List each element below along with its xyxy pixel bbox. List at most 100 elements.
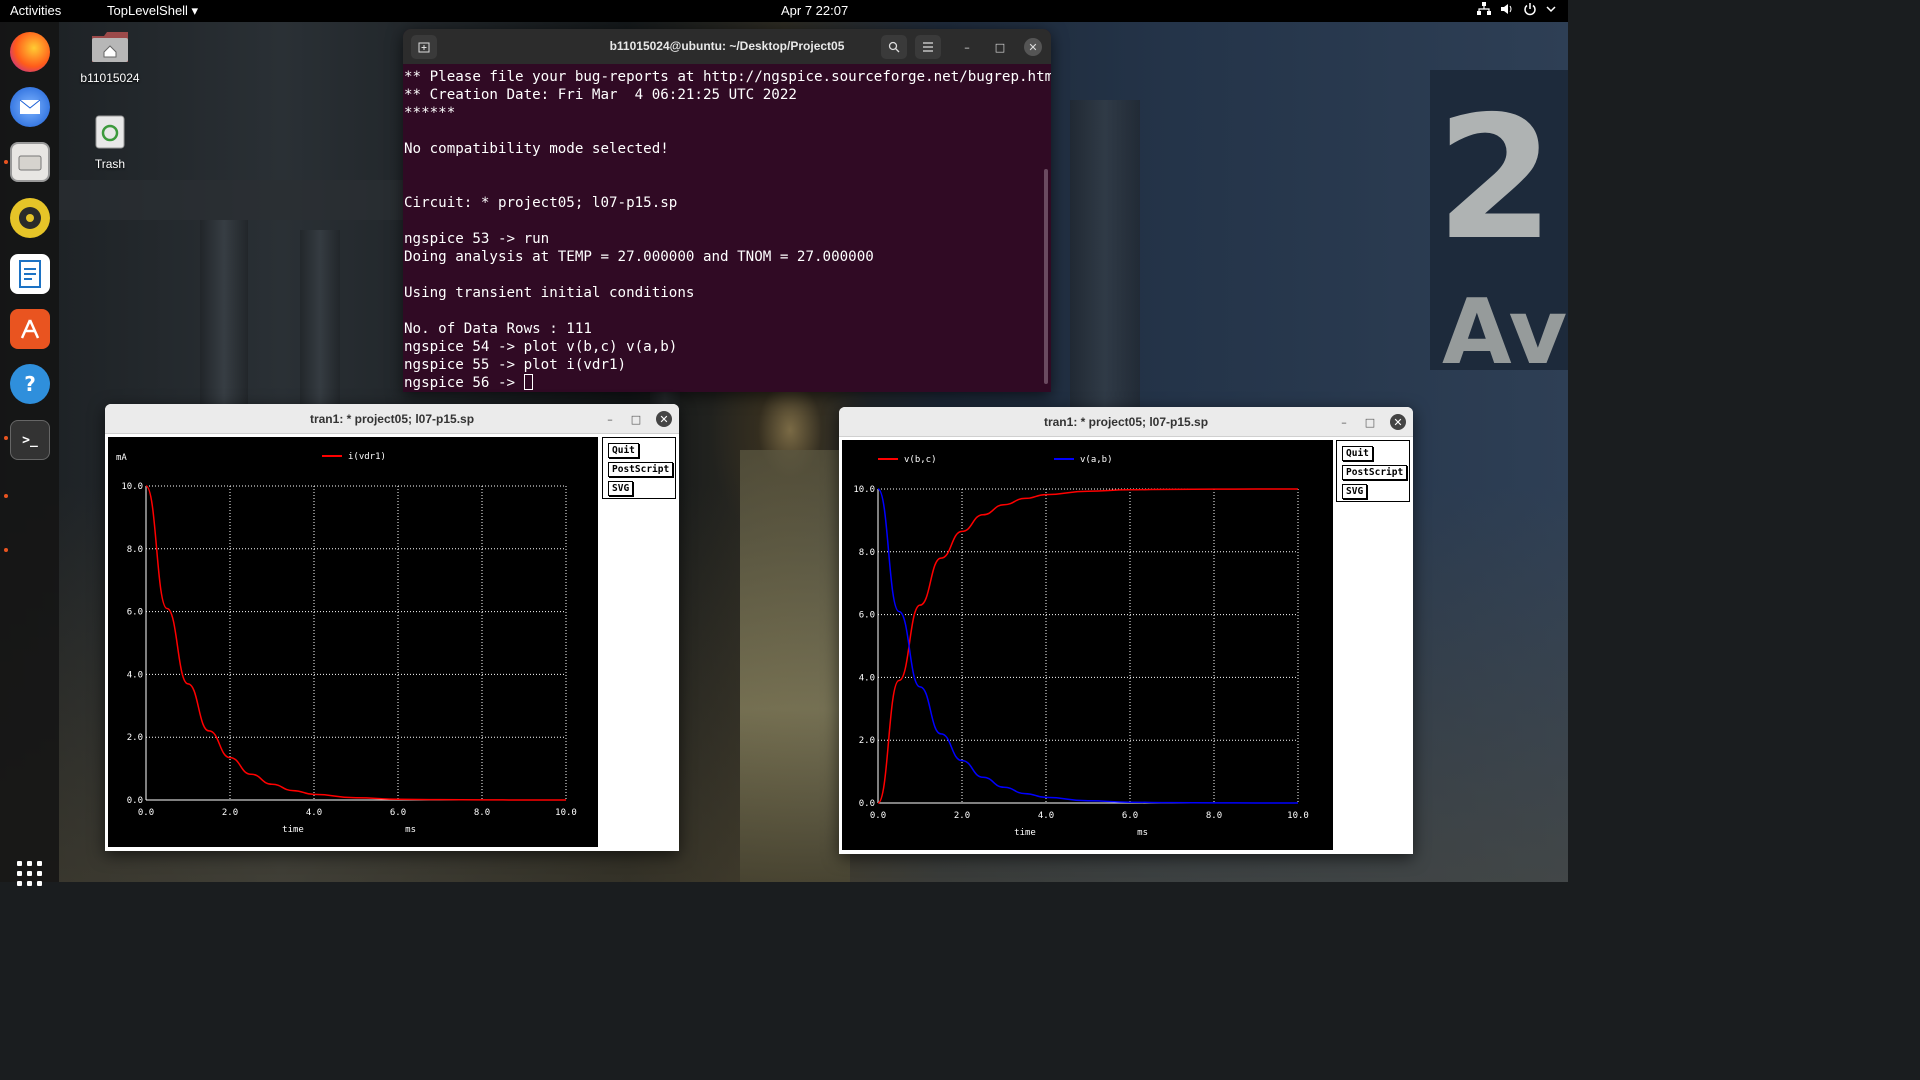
y-tick-label: 2.0: [127, 733, 143, 743]
series-line-i(vdr1): [145, 485, 567, 801]
postscript-button[interactable]: PostScript: [608, 462, 674, 477]
home-folder-shortcut[interactable]: b11015024: [75, 30, 145, 85]
terminal-prompt: ngspice 56 ->: [404, 375, 524, 391]
terminal-line: ******: [404, 105, 456, 121]
trash-icon: [75, 114, 145, 153]
y-tick-label: 10.0: [853, 485, 875, 495]
network-icon[interactable]: [1477, 2, 1491, 19]
postscript-button[interactable]: PostScript: [1342, 465, 1408, 480]
terminal-line: ngspice 54 -> plot v(b,c) v(a,b): [404, 339, 678, 355]
plot-window-title: tran1: * project05; l07-p15.sp: [309, 412, 475, 426]
terminal-line: ngspice 53 -> run: [404, 231, 550, 247]
terminal-titlebar[interactable]: b11015024@ubuntu: ~/Desktop/Project05 – …: [403, 29, 1051, 64]
terminal-line: No. of Data Rows : 111: [404, 321, 592, 337]
x-axis-label: time: [1014, 828, 1036, 838]
x-tick-label: 10.0: [555, 808, 577, 818]
rhythmbox-icon[interactable]: [10, 198, 50, 238]
x-axis-label: time: [282, 825, 304, 835]
y-tick-label: 0.0: [127, 796, 143, 806]
home-folder-icon: [75, 30, 145, 67]
activities-button[interactable]: Activities: [10, 3, 61, 18]
minimize-icon[interactable]: –: [1336, 414, 1352, 430]
trash-shortcut[interactable]: Trash: [75, 114, 145, 171]
legend-label: v(a,b): [1080, 455, 1113, 465]
close-icon[interactable]: ✕: [1390, 414, 1406, 430]
x-tick-label: 8.0: [1206, 811, 1222, 821]
quit-button[interactable]: Quit: [608, 443, 639, 458]
x-axis-unit: ms: [1137, 828, 1148, 838]
minimize-icon[interactable]: –: [602, 411, 618, 427]
files-icon[interactable]: [10, 142, 50, 182]
dock: ? >_: [0, 22, 59, 886]
show-applications-icon[interactable]: [17, 861, 43, 887]
hamburger-menu-icon[interactable]: [915, 35, 941, 59]
maximize-icon[interactable]: □: [991, 38, 1009, 56]
app-center-icon[interactable]: [10, 309, 50, 349]
terminal-window[interactable]: b11015024@ubuntu: ~/Desktop/Project05 – …: [403, 29, 1051, 392]
running-indicator: [4, 548, 8, 552]
plot-canvas[interactable]: 0.0 2.0 4.0 6.0 8.0 10.0 0.0 2.0 4.0 6.0 8.0 10.0 ti…: [108, 437, 598, 847]
search-icon[interactable]: [881, 35, 907, 59]
plot-window-voltage[interactable]: tran1: * project05; l07-p15.sp – □ ✕ 0.0…: [839, 407, 1413, 854]
y-tick-label: 6.0: [127, 608, 143, 618]
maximize-icon[interactable]: □: [628, 411, 644, 427]
writer-icon[interactable]: [10, 254, 50, 294]
top-bar: Activities TopLevelShell ▾ Apr 7 22:07: [0, 0, 1568, 22]
svg-button[interactable]: SVG: [608, 481, 634, 496]
plot-canvas[interactable]: 0.0 2.0 4.0 6.0 8.0 10.0 0.0 2.0 4.0 6.0 8.0 10.0 ti…: [842, 440, 1333, 850]
y-tick-label: 4.0: [859, 673, 875, 683]
close-icon[interactable]: ✕: [1024, 38, 1042, 56]
volume-icon[interactable]: [1500, 2, 1514, 19]
terminal-line: Using transient initial conditions: [404, 285, 695, 301]
y-tick-label: 2.0: [859, 736, 875, 746]
clock[interactable]: Apr 7 22:07: [781, 3, 848, 18]
x-tick-label: 0.0: [138, 808, 154, 818]
series-line-v(a,b): [877, 488, 1299, 804]
terminal-line: No compatibility mode selected!: [404, 141, 669, 157]
terminal-line: ** Please file your bug-reports at http:…: [404, 69, 1051, 85]
y-tick-label: 0.0: [859, 799, 875, 809]
running-indicator: [4, 494, 8, 498]
y-tick-label: 8.0: [127, 545, 143, 555]
x-tick-label: 2.0: [222, 808, 238, 818]
plot-window-current[interactable]: tran1: * project05; l07-p15.sp – □ ✕ 0.0…: [105, 404, 679, 851]
maximize-icon[interactable]: □: [1362, 414, 1378, 430]
chart-voltage: 0.0 2.0 4.0 6.0 8.0 10.0 0.0 2.0 4.0 6.0 8.0 10.0 ti…: [853, 455, 1309, 838]
y-tick-label: 8.0: [859, 548, 875, 558]
app-menu[interactable]: TopLevelShell ▾: [107, 3, 198, 19]
x-tick-label: 4.0: [306, 808, 322, 818]
x-tick-label: 8.0: [474, 808, 490, 818]
power-icon[interactable]: [1523, 2, 1537, 19]
trash-label: Trash: [94, 157, 126, 171]
x-tick-label: 2.0: [954, 811, 970, 821]
chevron-down-icon[interactable]: [1546, 2, 1556, 19]
terminal-prompt-line[interactable]: ngspice 56 ->: [404, 374, 1050, 392]
plot-button-panel: Quit PostScript SVG: [602, 437, 676, 499]
help-icon[interactable]: ?: [10, 364, 50, 404]
legend-label: i(vdr1): [348, 452, 386, 462]
terminal-title: b11015024@ubuntu: ~/Desktop/Project05: [609, 39, 845, 53]
x-axis-unit: ms: [405, 825, 416, 835]
terminal-scrollbar[interactable]: [1044, 169, 1048, 384]
series-line-v(b,c): [877, 488, 1299, 804]
quit-button[interactable]: Quit: [1342, 446, 1373, 461]
terminal-line: ** Creation Date: Fri Mar 4 06:21:25 UTC…: [404, 87, 797, 103]
plot-window-titlebar[interactable]: tran1: * project05; l07-p15.sp – □ ✕: [105, 404, 679, 434]
firefox-icon[interactable]: [10, 32, 50, 72]
minimize-icon[interactable]: –: [958, 38, 976, 56]
terminal-icon[interactable]: >_: [10, 420, 50, 460]
thunderbird-icon[interactable]: [10, 87, 50, 127]
plot-window-titlebar[interactable]: tran1: * project05; l07-p15.sp – □ ✕: [839, 407, 1413, 437]
terminal-output[interactable]: ** Please file your bug-reports at http:…: [403, 64, 1051, 392]
close-icon[interactable]: ✕: [656, 411, 672, 427]
x-tick-label: 10.0: [1287, 811, 1309, 821]
x-tick-label: 4.0: [1038, 811, 1054, 821]
plot-button-panel: Quit PostScript SVG: [1336, 440, 1410, 502]
svg-button[interactable]: SVG: [1342, 484, 1368, 499]
x-tick-label: 0.0: [870, 811, 886, 821]
system-tray[interactable]: [1477, 2, 1556, 19]
y-axis-unit: mA: [116, 453, 127, 463]
